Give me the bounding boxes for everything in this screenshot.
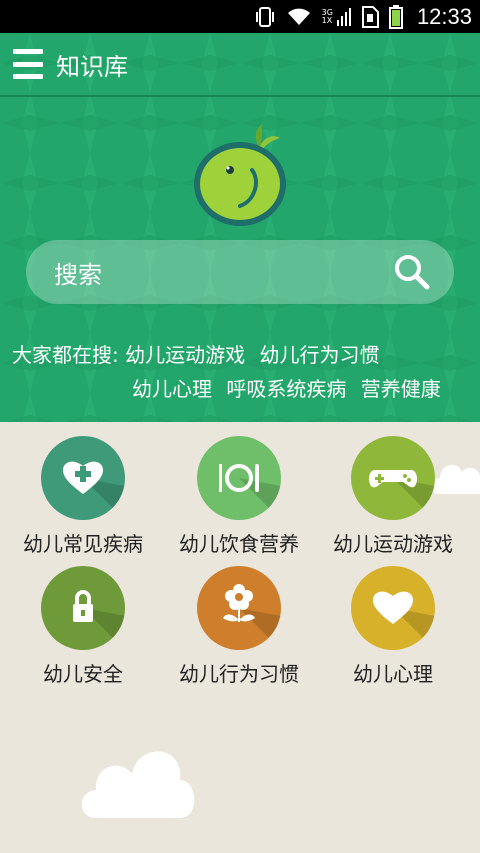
plate-cutlery-icon bbox=[219, 464, 281, 520]
lock-icon bbox=[73, 590, 125, 650]
category-item[interactable]: 幼儿运动游戏 bbox=[318, 436, 468, 557]
category-grid: 幼儿常见疾病 幼儿饮食营养 幼儿运动游戏 幼儿安全 幼儿行为习惯 幼儿心理 bbox=[0, 422, 480, 853]
category-item[interactable]: 幼儿心理 bbox=[318, 566, 468, 687]
category-item[interactable]: 幼儿饮食营养 bbox=[164, 436, 314, 557]
search-input[interactable]: 搜索 bbox=[26, 240, 454, 304]
search-placeholder: 搜索 bbox=[54, 260, 102, 289]
signal-icon bbox=[336, 7, 351, 26]
network-type: 3G 1X bbox=[321, 8, 333, 25]
category-circle bbox=[197, 436, 281, 520]
hot-tag[interactable]: 营养健康 bbox=[361, 377, 441, 401]
category-circle bbox=[41, 436, 125, 520]
category-item[interactable]: 幼儿常见疾病 bbox=[8, 436, 158, 557]
app-bar: 知识库 bbox=[0, 33, 480, 97]
network-label-bottom: 1X bbox=[321, 15, 333, 25]
gamepad-icon bbox=[368, 470, 435, 520]
mascot-logo bbox=[194, 124, 286, 226]
category-circle bbox=[351, 566, 435, 650]
hero-header: 知识库 搜索 大家都在搜: 幼儿运动游戏 幼儿行为习惯 幼儿心理 呼吸系统疾病 … bbox=[0, 33, 480, 422]
category-circle bbox=[351, 436, 435, 520]
hot-tag[interactable]: 幼儿心理 bbox=[132, 377, 212, 401]
category-label: 幼儿心理 bbox=[353, 662, 433, 686]
cloud-decoration bbox=[81, 751, 195, 818]
category-label: 幼儿行为习惯 bbox=[179, 662, 299, 686]
category-label: 幼儿饮食营养 bbox=[179, 532, 299, 556]
hot-searches-label: 大家都在搜: bbox=[12, 343, 119, 367]
search-icon[interactable] bbox=[392, 252, 432, 292]
hot-tag[interactable]: 幼儿运动游戏 bbox=[125, 343, 245, 367]
menu-icon[interactable] bbox=[13, 49, 43, 79]
status-time: 12:33 bbox=[416, 3, 472, 29]
app-title: 知识库 bbox=[56, 52, 128, 81]
battery-icon bbox=[388, 4, 403, 29]
hot-searches-row-2: 幼儿心理 呼吸系统疾病 营养健康 bbox=[132, 373, 449, 402]
hot-tag[interactable]: 幼儿行为习惯 bbox=[259, 343, 379, 367]
heart-icon bbox=[373, 591, 435, 650]
status-bar: 3G 1X 12:33 bbox=[0, 0, 480, 33]
category-circle bbox=[41, 566, 125, 650]
vibrate-icon bbox=[254, 6, 276, 28]
heart-plus-icon bbox=[63, 461, 125, 520]
hot-tag[interactable]: 呼吸系统疾病 bbox=[226, 377, 346, 401]
category-label: 幼儿运动游戏 bbox=[333, 532, 453, 556]
sim-icon bbox=[361, 5, 379, 28]
hot-searches-row-1: 大家都在搜: 幼儿运动游戏 幼儿行为习惯 bbox=[12, 339, 387, 368]
wifi-icon bbox=[286, 7, 312, 27]
category-circle bbox=[197, 566, 281, 650]
flower-icon bbox=[223, 584, 281, 650]
category-label: 幼儿安全 bbox=[43, 662, 123, 686]
category-item[interactable]: 幼儿行为习惯 bbox=[164, 566, 314, 687]
category-label: 幼儿常见疾病 bbox=[23, 532, 143, 556]
category-item[interactable]: 幼儿安全 bbox=[8, 566, 158, 687]
